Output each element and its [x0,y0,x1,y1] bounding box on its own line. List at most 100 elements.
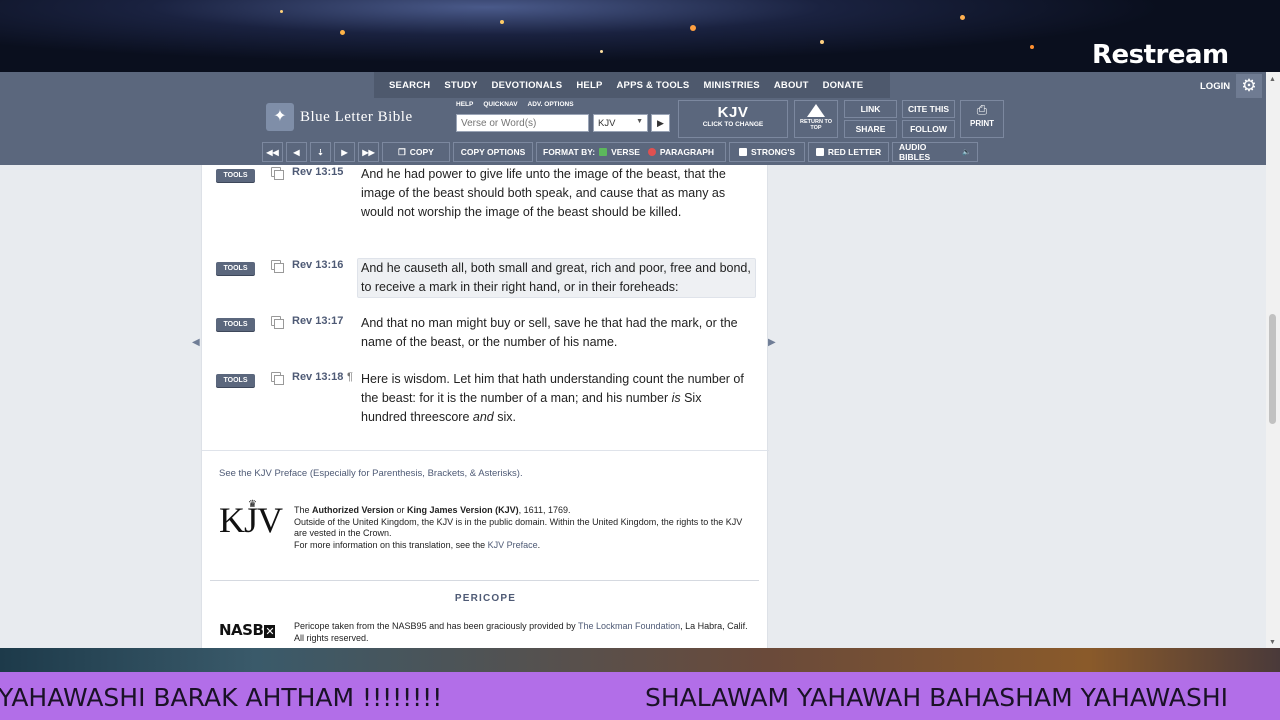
quicknav-link[interactable]: QUICKNAV [483,101,517,108]
browser-viewport: SEARCH STUDY DEVOTIONALS HELP APPS & TOO… [0,72,1280,648]
chapter-list-icon[interactable]: ⇣ [310,142,331,162]
strongs-toggle[interactable]: STRONG'S [729,142,805,162]
follow-button[interactable]: FOLLOW [902,120,955,138]
paragraph-radio[interactable] [647,148,656,156]
nav-study[interactable]: STUDY [444,80,477,91]
tools-button[interactable]: TOOLS [216,374,255,387]
print-label: PRINT [970,119,994,128]
verse-reference[interactable]: Rev 13:15 [292,166,343,178]
nav-devotionals[interactable]: DEVOTIONALS [492,80,563,91]
stream-background-bottom [0,648,1280,672]
verse-text-highlighted: And he causeth all, both small and great… [357,258,756,298]
page-scrollbar[interactable]: ▲ ▼ [1266,72,1280,648]
return-to-top-label: RETURN TO TOP [800,119,832,131]
copy-verse-icon[interactable] [271,372,284,385]
next-book-icon[interactable]: ▶▶ [358,142,379,162]
ticker-text-right: SHALAWAM YAHAWAH BAHASHAM YAHAWASHI [645,683,1229,712]
arrow-up-icon [807,104,825,117]
red-letter-label: RED LETTER [827,147,882,157]
copy-verse-icon[interactable] [271,260,284,273]
kjv-rights-text: Outside of the United Kingdom, the KJV i… [294,516,743,539]
nav-ministries[interactable]: MINISTRIES [703,80,759,91]
ticker-text-left: YAHAWASHI BARAK AHTHAM !!!!!!!! [0,683,443,712]
cite-this-button[interactable]: CITE THIS [902,100,955,118]
prev-book-icon[interactable]: ◀◀ [262,142,283,162]
nav-apps-tools[interactable]: APPS & TOOLS [617,80,690,91]
red-letter-toggle[interactable]: RED LETTER [808,142,889,162]
kjv-info-text: or [394,505,408,515]
pilcrow-icon: ¶ [347,371,353,383]
adv-options-link[interactable]: ADV. OPTIONS [528,101,574,108]
copy-verse-icon[interactable] [271,316,284,329]
copy-button[interactable]: ❐ COPY [382,142,450,162]
verse-reference[interactable]: Rev 13:16 [292,259,343,271]
prev-page-arrow-icon[interactable]: ◀ [192,337,200,348]
restream-watermark: Restream [1092,40,1229,70]
paragraph-label: PARAGRAPH [659,147,715,157]
nav-about[interactable]: ABOUT [774,80,809,91]
lockman-foundation-link[interactable]: The Lockman Foundation [578,621,680,631]
copy-verse-icon[interactable] [271,167,284,180]
return-to-top-button[interactable]: RETURN TO TOP [794,100,838,138]
kjv-copyright-info: The Authorized Version or King James Ver… [294,505,754,551]
login-link[interactable]: LOGIN [1200,81,1230,92]
chevron-down-icon: ▼ [636,118,643,125]
nasb-logo: NASB ✕ [219,621,276,639]
gear-icon[interactable]: ⚙ [1236,74,1262,98]
help-link[interactable]: HELP [456,101,473,108]
version-title: KJV [717,104,749,121]
search-input[interactable] [456,114,589,132]
scroll-down-icon[interactable]: ▼ [1269,639,1276,646]
version-change-button[interactable]: KJV CLICK TO CHANGE [678,100,788,138]
verse-label: VERSE [611,147,640,157]
italic-word: and [472,409,494,424]
red-letter-checkbox [815,148,824,156]
kjv-preface-inline-link[interactable]: KJV Preface [488,540,538,550]
copy-options-button[interactable]: COPY OPTIONS [453,142,533,162]
audio-bibles-label: AUDIO BIBLES [899,142,931,162]
search-go-button[interactable]: ▶ [651,114,670,132]
section-divider [202,450,769,451]
site-logo[interactable]: Blue Letter Bible [300,109,413,126]
verse-reference[interactable]: Rev 13:17 [292,315,343,327]
format-by-label: FORMAT BY: [543,147,596,157]
site-header: ✦ Blue Letter Bible HELP QUICKNAV ADV. O… [0,98,1280,165]
printer-icon: ⎙ [976,102,988,117]
nasb-info-text: Pericope taken from the NASB95 and has b… [294,621,579,631]
next-page-arrow-icon[interactable]: ▶ [768,337,776,348]
nav-donate[interactable]: DONATE [823,80,864,91]
top-navigation: SEARCH STUDY DEVOTIONALS HELP APPS & TOO… [0,72,1280,98]
kjv-preface-link[interactable]: See the KJV Preface (Especially for Pare… [219,468,523,479]
kjv-info-bold: Authorized Version [312,505,395,515]
audio-bibles-button[interactable]: AUDIO BIBLES 🔈 [892,142,978,162]
verse-text: Here is wisdom. Let him that hath unders… [361,370,749,426]
kjv-info-text: The [294,505,313,515]
version-select[interactable]: KJV ▼ [593,114,648,132]
share-button[interactable]: SHARE [844,120,897,138]
print-button[interactable]: ⎙ PRINT [960,100,1004,138]
verse-text: And that no man might buy or sell, save … [361,316,738,349]
verse-text-part: six. [493,409,516,424]
nasb-copyright-info: Pericope taken from the NASB95 and has b… [294,621,754,644]
pericope-heading: PERICOPE [454,593,517,604]
scroll-up-icon[interactable]: ▲ [1269,76,1276,83]
scrollbar-thumb[interactable] [1269,314,1276,424]
section-divider [210,580,759,581]
verse-checkbox[interactable] [599,148,608,156]
nav-search[interactable]: SEARCH [389,80,430,91]
tools-button[interactable]: TOOLS [216,262,255,275]
next-chapter-icon[interactable]: ▶ [334,142,355,162]
prev-chapter-icon[interactable]: ◀ [286,142,307,162]
verse-reference[interactable]: Rev 13:18 [292,371,343,383]
nasb-mark-icon: ✕ [264,625,276,638]
tools-button[interactable]: TOOLS [216,318,255,331]
link-button[interactable]: LINK [844,100,897,118]
tools-button[interactable]: TOOLS [216,169,255,182]
version-select-value: KJV [598,118,616,129]
strongs-label: STRONG'S [750,147,796,157]
copy-label: COPY [409,147,434,157]
copy-icon: ❐ [398,146,406,157]
main-menu: SEARCH STUDY DEVOTIONALS HELP APPS & TOO… [374,72,890,98]
bible-logo-icon[interactable]: ✦ [266,103,294,131]
nav-help[interactable]: HELP [576,80,602,91]
